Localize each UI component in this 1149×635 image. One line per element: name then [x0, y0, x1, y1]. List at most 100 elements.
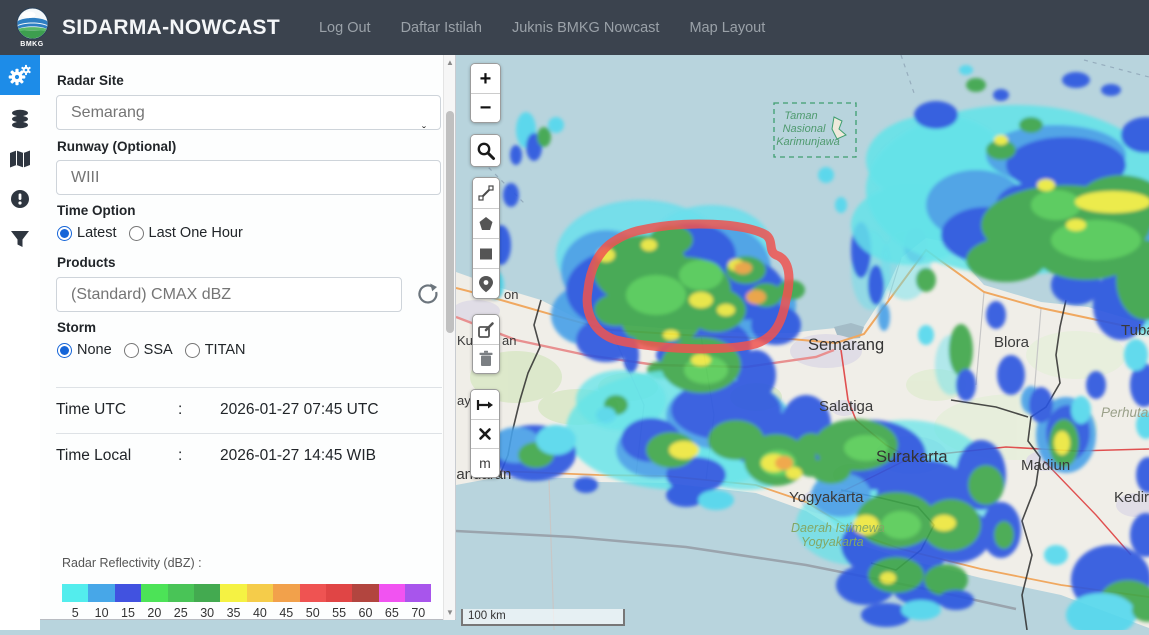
products-select[interactable]: (Standard) CMAX dBZ — [56, 277, 402, 312]
measure-button[interactable] — [471, 390, 499, 419]
radar-site-select[interactable]: Semarang — [56, 95, 441, 130]
legend-cell: 60 — [352, 584, 378, 620]
sidebar-item-warnings[interactable] — [0, 179, 40, 219]
legend-cell: 20 — [141, 584, 167, 620]
gears-icon — [8, 63, 32, 87]
time-option-lasthour-label: Last One Hour — [149, 225, 243, 241]
zoom-in-button[interactable]: + — [471, 64, 500, 93]
time-option-latest-label: Latest — [77, 225, 117, 241]
legend-cell: 50 — [300, 584, 326, 620]
draw-polygon-button[interactable] — [473, 208, 499, 238]
bmkg-logo-icon — [16, 7, 49, 40]
time-option-latest-radio[interactable] — [57, 226, 72, 241]
time-utc-separator: : — [178, 401, 220, 419]
legend-cell: 45 — [273, 584, 299, 620]
storm-titan-label: TITAN — [205, 342, 246, 358]
sidebar-item-filter[interactable] — [0, 219, 40, 259]
time-option-lasthour-radio[interactable] — [129, 226, 144, 241]
filter-icon — [9, 228, 31, 250]
runway-select[interactable]: WIII — [56, 160, 441, 195]
map-scale-bar: 100 km — [461, 609, 625, 626]
exclamation-circle-icon — [9, 188, 31, 210]
icon-sidebar — [0, 55, 40, 630]
storm-none-label: None — [77, 342, 112, 358]
time-option-group: Latest Last One Hour — [57, 225, 255, 241]
radar-site-label: Radar Site — [57, 73, 124, 88]
bmkg-logo: BMKG — [4, 7, 60, 48]
nav-item-logout[interactable]: Log Out — [304, 20, 386, 36]
zoom-out-label: − — [480, 98, 492, 118]
storm-titan-radio[interactable] — [185, 343, 200, 358]
storm-group: None SSA TITAN — [57, 342, 258, 358]
trash-icon — [477, 350, 495, 368]
label-salatiga: Salatiga — [819, 398, 874, 415]
nav-item-map-layout[interactable]: Map Layout — [674, 20, 780, 36]
scrollbar-thumb[interactable] — [446, 111, 454, 333]
map-svg: Taman Nasional Karimunjawa — [456, 55, 1149, 630]
label-kuningan-1: Ku — [457, 333, 473, 348]
label-blora: Blora — [994, 334, 1030, 351]
sidebar-item-map-view[interactable] — [0, 139, 40, 179]
nav-item-juknis[interactable]: Juknis BMKG Nowcast — [497, 20, 674, 36]
close-icon — [477, 426, 493, 442]
edit-icon — [477, 321, 495, 339]
magnifier-button[interactable] — [471, 135, 500, 166]
label-karimunjawa-2: Nasional — [783, 123, 826, 135]
database-icon — [9, 108, 31, 130]
refresh-icon[interactable] — [416, 282, 440, 306]
sea-strip — [40, 620, 456, 630]
polygon-icon — [477, 215, 495, 233]
label-perhutani: Perhutani — [1101, 405, 1149, 420]
label-cirebon: on — [504, 287, 518, 302]
scroll-down-icon[interactable]: ▼ — [444, 608, 456, 617]
magnifier-icon — [476, 141, 496, 161]
draw-rectangle-button[interactable] — [473, 238, 499, 268]
storm-none-radio[interactable] — [57, 343, 72, 358]
legend-cell: 55 — [326, 584, 352, 620]
zoom-out-button[interactable]: − — [471, 93, 500, 122]
legend-cell: 70 — [405, 584, 431, 620]
app-title: SIDARMA-NOWCAST — [62, 16, 280, 40]
reflectivity-scale: 510152025303540455055606570 — [62, 584, 431, 620]
label-yogyakarta: Yogyakarta — [789, 489, 864, 506]
time-local-separator: : — [178, 447, 220, 465]
nav-links: Log Out Daftar Istilah Juknis BMKG Nowca… — [304, 20, 780, 36]
draw-polyline-button[interactable] — [473, 178, 499, 208]
label-diy-1: Daerah Istimewa — [791, 521, 885, 535]
legend-cell: 15 — [115, 584, 141, 620]
label-kuningan-2: an — [502, 333, 516, 348]
storm-ssa-radio[interactable] — [124, 343, 139, 358]
panel-scrollbar[interactable]: ▲ ▼ — [443, 55, 455, 620]
polyline-icon — [477, 184, 495, 202]
legend-cell: 35 — [220, 584, 246, 620]
label-madiun: Madiun — [1021, 457, 1070, 474]
time-utc-row: Time UTC : 2026-01-27 07:45 UTC — [56, 387, 442, 419]
label-surakarta: Surakarta — [876, 448, 948, 466]
products-label: Products — [57, 255, 116, 270]
label-diy-2: Yogyakarta — [801, 535, 864, 549]
map-canvas[interactable]: Taman Nasional Karimunjawa — [456, 55, 1149, 630]
label-karimunjawa-1: Taman — [784, 110, 817, 122]
zoom-in-label: + — [480, 69, 492, 89]
edit-layers-button[interactable] — [473, 315, 499, 344]
time-local-value: 2026-01-27 14:45 WIB — [220, 447, 376, 465]
sidebar-item-settings[interactable] — [0, 55, 40, 95]
scroll-up-icon[interactable]: ▲ — [444, 58, 456, 67]
measure-cancel-button[interactable] — [471, 419, 499, 448]
measure-icon — [476, 396, 494, 414]
nav-item-daftar-istilah[interactable]: Daftar Istilah — [386, 20, 497, 36]
measure-unit-button[interactable]: m — [471, 448, 499, 477]
sidebar-item-data-layers[interactable] — [0, 99, 40, 139]
time-local-label: Time Local — [56, 447, 178, 465]
storm-label: Storm — [57, 320, 96, 335]
legend-cell: 40 — [247, 584, 273, 620]
label-tuban: Tuba — [1121, 322, 1149, 339]
runway-label: Runway (Optional) — [57, 139, 176, 154]
reflectivity-legend-label: Radar Reflectivity (dBZ) : — [62, 556, 202, 570]
draw-marker-button[interactable] — [473, 268, 499, 298]
label-kediri: Kediri — [1114, 489, 1149, 506]
delete-layers-button[interactable] — [473, 344, 499, 373]
scale-label: 100 km — [468, 610, 506, 622]
measure-unit-label: m — [479, 455, 491, 471]
label-karimunjawa-3: Karimunjawa — [776, 136, 840, 148]
